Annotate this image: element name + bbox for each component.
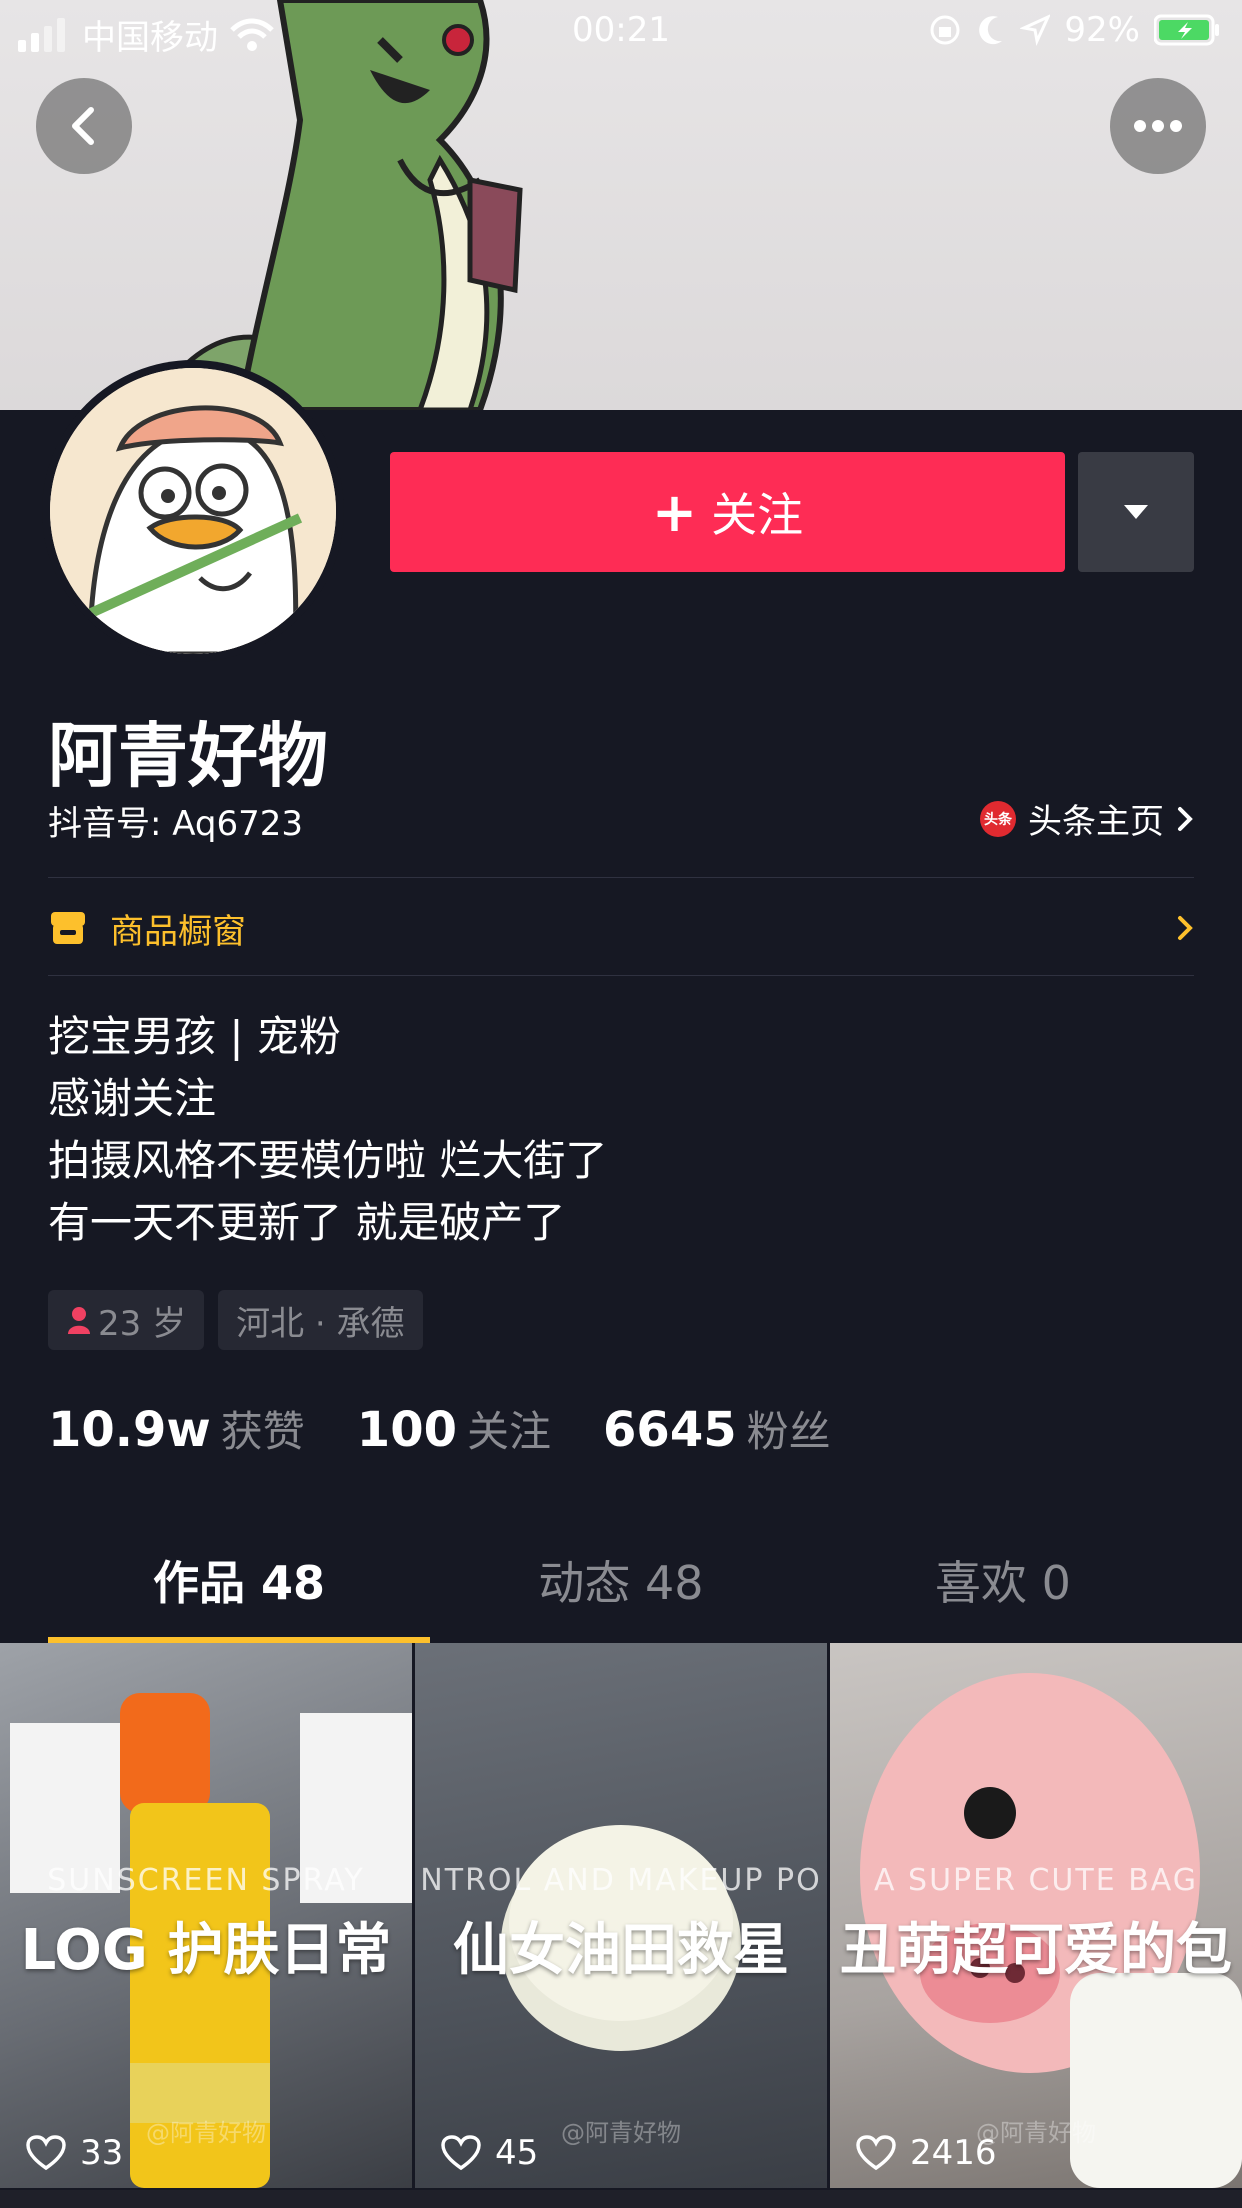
bio-line: 感谢关注 [48,1074,217,1123]
profile-name: 阿青好物 [48,715,328,797]
age-label: 23 岁 [98,1303,187,1344]
stat-label: 获赞 [220,1407,305,1456]
chevron-right-icon [1178,806,1193,831]
chevron-right-icon [1178,916,1193,940]
follow-button[interactable]: + 关注 [390,452,1065,572]
recommend-dropdown-button[interactable] [1078,452,1194,572]
heart-icon [26,2135,66,2171]
location-tag: 河北 · 承德 [218,1290,423,1350]
toutiao-badge-icon: 头条 [980,800,1016,837]
bio-line: 拍摄风格不要模仿啦 烂大街了 [48,1136,608,1185]
shop-window-row[interactable]: 商品橱窗 [48,900,1194,956]
video-grid: SUNSCREEN SPRAY LOG 护肤日常 @阿青好物 33 NTROL … [0,1643,1242,2208]
tab-likes[interactable]: 喜欢 0 [812,1550,1194,1646]
video-caption-en: NTROL AND MAKEUP PO [420,1863,822,1898]
triangle-down-icon [1124,505,1148,519]
more-options-button[interactable] [1110,78,1206,174]
stat-label: 粉丝 [746,1407,831,1456]
bio-line: 挖宝男孩 | 宠粉 [48,1012,341,1061]
stat-following[interactable]: 100 关注 [357,1398,551,1459]
video-caption: LOG 护肤日常 [20,1918,392,1983]
profile-stats: 10.9w 获赞 100 关注 6645 粉丝 [48,1398,883,1459]
video-like-count: 45 [441,2133,538,2173]
stat-number: 10.9w [48,1402,211,1458]
bio-line: 有一天不更新了 就是破产了 [48,1198,566,1247]
shop-window-label: 商品橱窗 [110,911,246,952]
cover-dinosaur-illustration [147,0,523,410]
divider [48,975,1194,976]
video-caption-en: A SUPER CUTE BAG [873,1863,1199,1898]
bio: 挖宝男孩 | 宠粉 感谢关注 拍摄风格不要模仿啦 烂大街了 有一天不更新了 就是… [48,1006,607,1254]
video-like-count: 2416 [856,2133,997,2173]
status-bar: 中国移动 00:21 92% [0,0,1242,60]
video-thumbnail[interactable]: SUNSCREEN SPRAY LOG 护肤日常 @阿青好物 33 [0,1643,412,2188]
chevron-left-icon [72,107,94,145]
avatar[interactable] [42,360,344,662]
moon-icon [979,16,1003,45]
like-count: 33 [80,2133,124,2173]
more-dots-icon [1134,120,1182,132]
battery-icon [1154,14,1219,46]
battery-percent: 92% [1064,10,1140,50]
tab-moments[interactable]: 动态 48 [430,1550,812,1646]
stat-followers[interactable]: 6645 粉丝 [603,1398,831,1459]
stat-number: 100 [356,1402,457,1458]
plus-icon: + [651,480,698,544]
like-count: 45 [495,2133,539,2173]
follow-label: 关注 [711,488,804,542]
video-caption: 丑萌超可爱的包 [840,1918,1232,1983]
toutiao-link-label: 头条主页 [1028,802,1164,842]
shop-icon [51,912,85,944]
toutiao-homepage-link[interactable]: 头条 头条主页 [980,794,1194,843]
stat-number: 6645 [603,1402,737,1458]
location-label: 河北 · 承德 [236,1303,405,1344]
profile-cover: 中国移动 00:21 92% [0,0,1242,410]
profile-tabs: 作品 48 动态 48 喜欢 0 [48,1550,1194,1646]
duck-avatar-illustration [50,368,336,654]
video-thumbnail[interactable]: A SUPER CUTE BAG 丑萌超可爱的包 @阿青好物 2416 [830,1643,1242,2188]
profile-tags: 23 岁 河北 · 承德 [48,1290,423,1350]
video-like-count: 33 [26,2133,123,2173]
back-button[interactable] [36,78,132,174]
next-row-peek [0,2190,1242,2208]
video-caption-en: SUNSCREEN SPRAY [47,1863,365,1898]
video-thumbnail[interactable]: NTROL AND MAKEUP PO 仙女油田救星 @阿青好物 45 [415,1643,827,2188]
female-icon [68,1307,90,1334]
heart-icon [856,2135,896,2171]
stat-likes: 10.9w 获赞 [48,1398,305,1459]
stat-label: 关注 [467,1407,552,1456]
rotation-lock-icon [930,15,960,45]
like-count: 2416 [910,2133,997,2173]
age-tag: 23 岁 [48,1290,205,1350]
douyin-id: 抖音号: Aq6723 [48,804,304,844]
heart-icon [441,2135,481,2171]
tab-works[interactable]: 作品 48 [48,1550,430,1646]
divider [48,877,1194,878]
location-arrow-icon [1020,14,1051,46]
video-caption: 仙女油田救星 [453,1918,789,1983]
